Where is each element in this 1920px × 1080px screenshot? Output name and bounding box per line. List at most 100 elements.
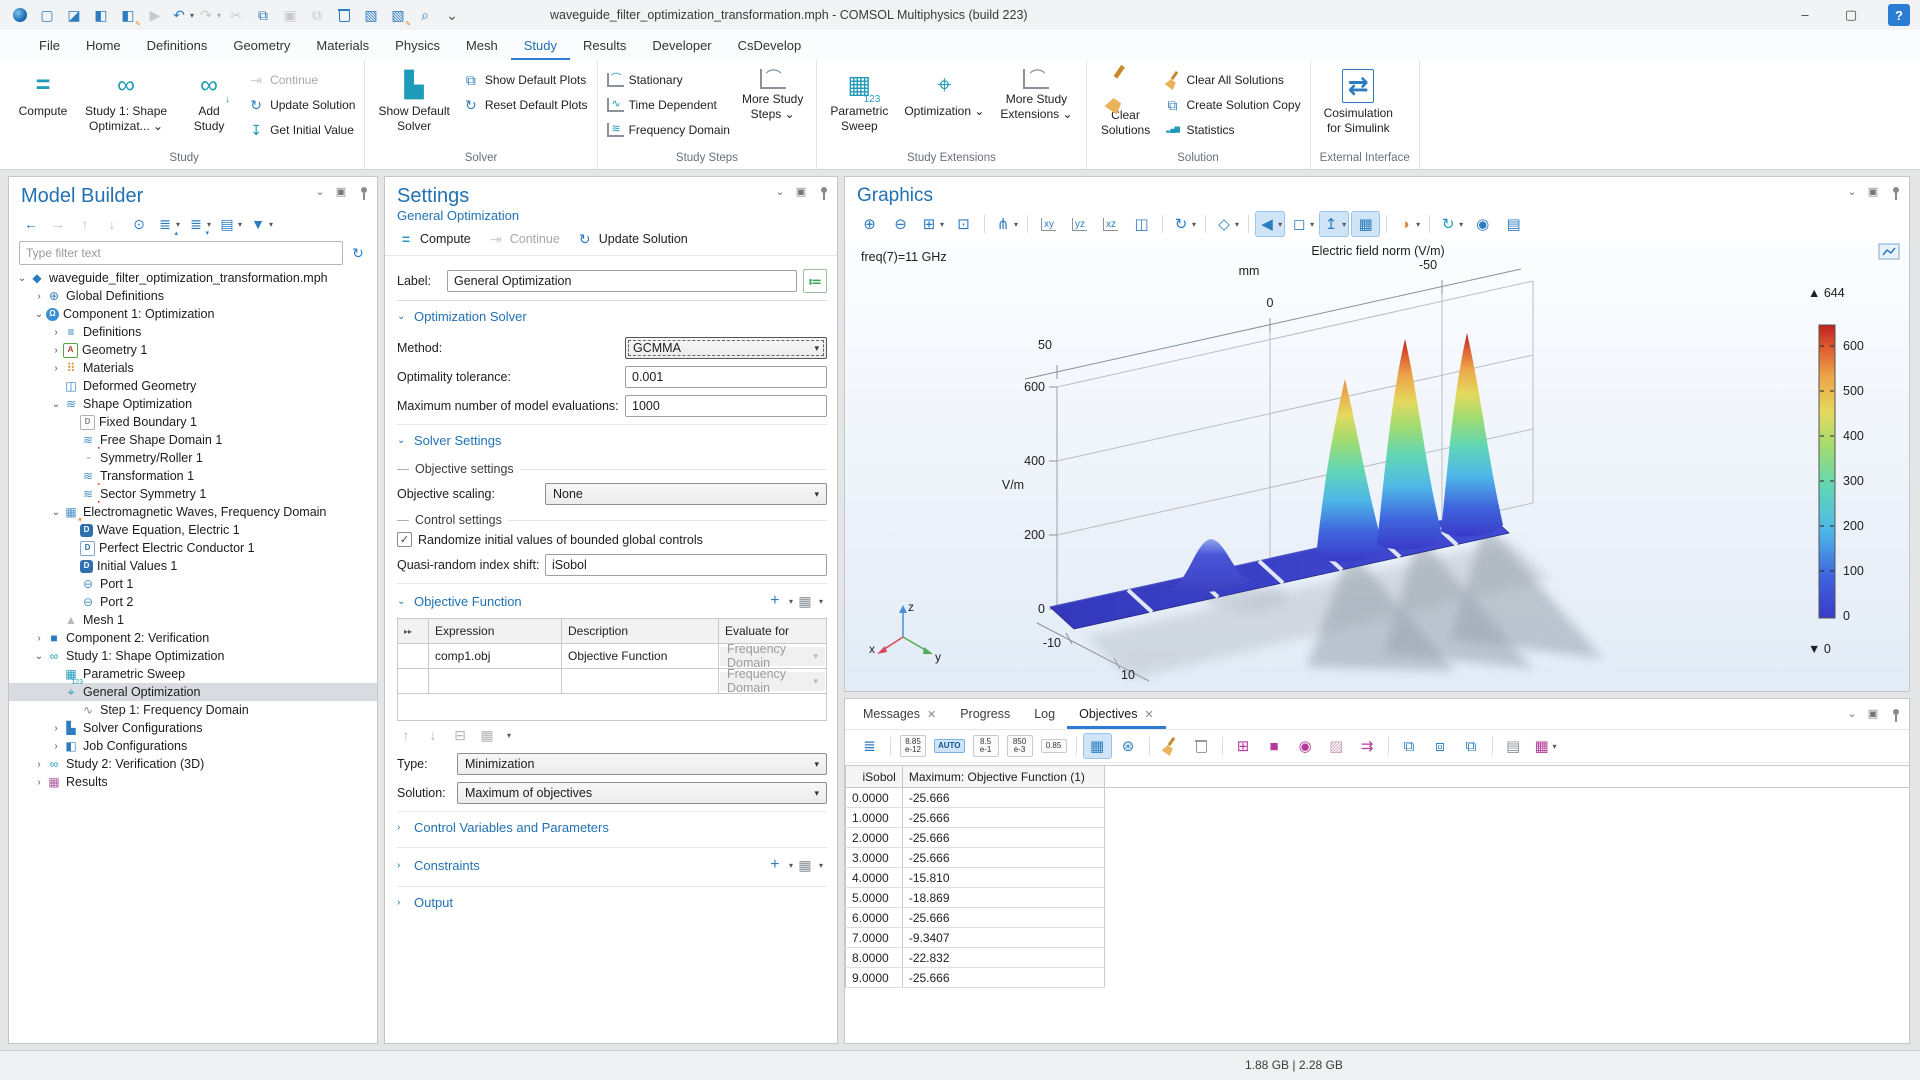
add-study-button[interactable]: ∞↓Add Study (179, 64, 239, 136)
tree-item[interactable]: ▲Mesh 1 (9, 611, 377, 629)
grid-button[interactable]: ▦ (1351, 211, 1380, 237)
collapse-panel-button[interactable]: ⌄ (773, 185, 787, 199)
objective-scaling-dropdown[interactable]: None▾ (545, 483, 827, 505)
tree-item[interactable]: ≋▪Sector Symmetry 1 (9, 485, 377, 503)
frequency-domain-button[interactable]: ≋Frequency Domain (607, 120, 730, 139)
tree-item[interactable]: ›◧Job Configurations (9, 737, 377, 755)
cosimulation-simulink-button[interactable]: ⇄Cosimulation for Simulink (1320, 64, 1397, 138)
objectives-row[interactable]: 9.0000-25.666 (846, 968, 1910, 988)
objectives-row[interactable]: 8.0000-22.832 (846, 948, 1910, 968)
randomize-checkbox[interactable]: ✓ (397, 532, 412, 547)
tree-item[interactable]: ›≡Definitions (9, 323, 377, 341)
tree-item[interactable]: ›■Component 2: Verification (9, 629, 377, 647)
show-default-solver-button[interactable]: ▙Show Default Solver (374, 64, 453, 136)
tab-messages[interactable]: Messages✕ (851, 699, 948, 729)
default-view-button[interactable]: ◫ (1127, 211, 1156, 237)
menu-study[interactable]: Study (511, 30, 570, 60)
table-options-button[interactable]: ▦ (478, 726, 496, 744)
solution-dropdown[interactable]: Maximum of objectives▾ (457, 782, 827, 804)
tree-item[interactable]: ⌄∞Study 1: Shape Optimization (9, 647, 377, 665)
pin-panel-button[interactable] (1887, 707, 1901, 721)
tree-item[interactable]: ≋▪Transformation 1 (9, 467, 377, 485)
objective-function-row[interactable]: Frequency Domain▾ (398, 669, 827, 694)
update-solution-action[interactable]: ↻Update Solution (576, 230, 688, 248)
control-variables-section[interactable]: Control Variables and Parameters (414, 820, 609, 835)
print-button[interactable]: ▤ (1499, 211, 1528, 237)
table-columns-button[interactable]: ⇉ (1353, 733, 1382, 759)
continue-button[interactable]: ⇥Continue (247, 70, 355, 89)
tree-item[interactable]: DInitial Values 1 (9, 557, 377, 575)
add-row-button[interactable]: + (766, 592, 784, 610)
load-table-button[interactable]: ▦ (796, 592, 814, 610)
compute-action[interactable]: =Compute (397, 230, 471, 248)
view-xy-button[interactable]: xy (1034, 211, 1063, 237)
type-dropdown[interactable]: Minimization▾ (457, 753, 827, 775)
new-file-button[interactable]: ▢ (35, 3, 59, 27)
tree-item[interactable]: ⊖Port 2 (9, 593, 377, 611)
tree-item[interactable]: ⊖Port 1 (9, 575, 377, 593)
report-table-button[interactable]: ▤ (1499, 733, 1528, 759)
clear-selection-button[interactable]: ▧✎ (386, 3, 410, 27)
minimize-button[interactable]: – (1782, 0, 1828, 30)
section-chevron-icon[interactable]: › (397, 897, 407, 908)
objective-function-row[interactable]: comp1.objObjective FunctionFrequency Dom… (398, 644, 827, 669)
tree-item[interactable]: ›AGeometry 1 (9, 341, 377, 359)
run-button[interactable]: ▶ (143, 3, 167, 27)
redo-button[interactable]: ↷▾ (197, 3, 221, 27)
duplicate-button[interactable]: ⧉ (305, 3, 329, 27)
environment-button[interactable]: ↥▾ (1319, 211, 1349, 237)
clear-solutions-button[interactable]: Clear Solutions (1096, 64, 1156, 140)
menu-developer[interactable]: Developer (639, 30, 724, 60)
plot-canvas[interactable]: freq(7)=11 GHz Electric field norm (V/m)… (845, 239, 1909, 691)
menu-file[interactable]: File (26, 30, 73, 60)
constraints-section[interactable]: Constraints (414, 858, 480, 873)
format-plain-button[interactable]: 0.85 (1038, 733, 1070, 759)
back-button[interactable]: ← (21, 214, 41, 234)
float-panel-button[interactable]: ▣ (334, 185, 348, 199)
move-down-button[interactable]: ↓ (102, 214, 122, 234)
section-chevron-icon[interactable]: › (397, 860, 407, 871)
show-button[interactable]: ⊙ (129, 214, 149, 234)
color-table-button[interactable]: ◑▾ (1393, 211, 1423, 237)
clear-all-solutions-button[interactable]: Clear All Solutions (1164, 70, 1301, 89)
tree-item[interactable]: ⌖General Optimization (9, 683, 377, 701)
collapse-panel-button[interactable]: ⌄ (313, 185, 327, 199)
add-constraint-button[interactable]: + (766, 856, 784, 874)
add-table-button[interactable]: ⊞ (1229, 733, 1258, 759)
time-dependent-button[interactable]: ∿Time Dependent (607, 95, 730, 114)
filter-input[interactable] (19, 241, 343, 265)
copy-image-button[interactable]: ⧉ (1457, 733, 1486, 759)
section-chevron-icon[interactable]: ⌄ (397, 596, 407, 607)
close-tab-icon[interactable]: ✕ (927, 708, 936, 721)
row-numbers-button[interactable]: ≣ (855, 733, 884, 759)
move-up-button[interactable]: ↑ (75, 214, 95, 234)
solver-settings-section[interactable]: Solver Settings (414, 433, 501, 448)
objectives-row[interactable]: 3.0000-25.666 (846, 848, 1910, 868)
tab-log[interactable]: Log (1022, 699, 1067, 729)
scene-button[interactable]: ◇▾ (1212, 211, 1242, 237)
collapse-panel-button[interactable]: ⌄ (1845, 185, 1859, 199)
tree-item[interactable]: ›▙Solver Configurations (9, 719, 377, 737)
rotate-button[interactable]: ↻▾ (1169, 211, 1199, 237)
zoom-box-button[interactable]: ⊞▾ (917, 211, 947, 237)
tree-item[interactable]: ≋▪Free Shape Domain 1 (9, 431, 377, 449)
close-tab-icon[interactable]: ✕ (1144, 708, 1153, 721)
create-solution-copy-button[interactable]: ⧉Create Solution Copy (1164, 95, 1301, 114)
zoom-extents-button[interactable]: ⊡ (949, 211, 978, 237)
refresh-icon[interactable]: ↻ (349, 244, 367, 262)
table-view-button[interactable]: ▦ (1083, 733, 1112, 759)
update-plot-button[interactable]: ↻▾ (1436, 211, 1466, 237)
continue-action[interactable]: ⇥Continue (487, 230, 560, 248)
section-chevron-icon[interactable]: › (397, 822, 407, 833)
evaluate-for-dropdown[interactable]: Frequency Domain▾ (720, 647, 825, 666)
move-up-button[interactable]: ↑ (397, 726, 415, 744)
tree-item[interactable]: ⌄ΩComponent 1: Optimization (9, 305, 377, 323)
objectives-row[interactable]: 7.0000-9.3407 (846, 928, 1910, 948)
tree-item[interactable]: ⌄▦✶Electromagnetic Waves, Frequency Doma… (9, 503, 377, 521)
menu-csdevelop[interactable]: CsDevelop (725, 30, 815, 60)
transparency-button[interactable]: ◻▾ (1287, 211, 1317, 237)
open-file-button[interactable]: ◪ (62, 3, 86, 27)
customize-toolbar-button[interactable]: ⌄ (440, 3, 464, 27)
delete-table-button[interactable] (1187, 733, 1216, 759)
parametric-sweep-button[interactable]: ▦123Parametric Sweep (826, 64, 892, 136)
